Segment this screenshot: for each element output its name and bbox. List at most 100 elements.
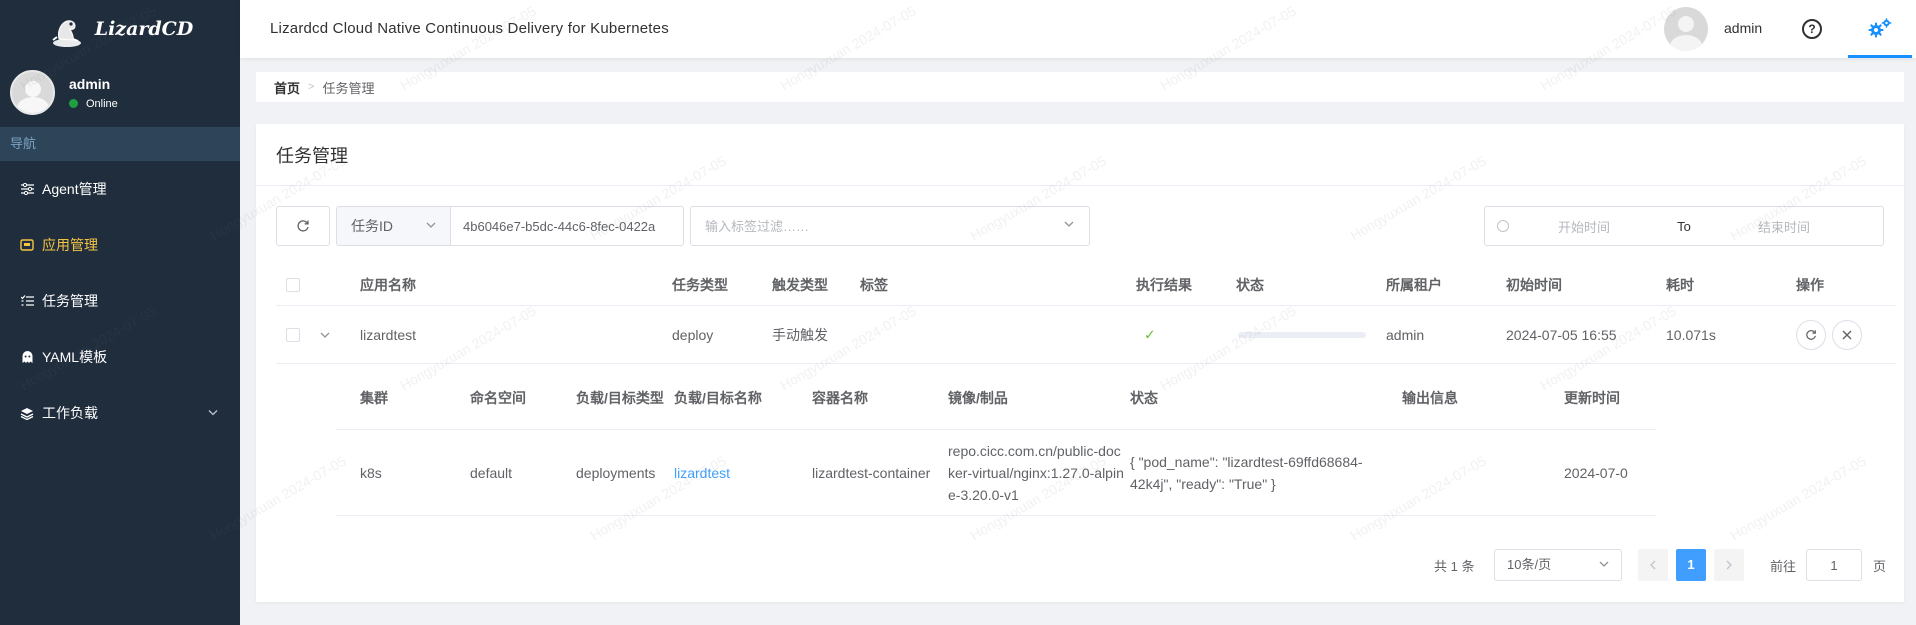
brand-name: LizardCD [94, 18, 194, 40]
detail-column-header: 负载/目标类型 [576, 389, 664, 406]
app-name: lizardtest [360, 326, 417, 343]
goto-label: 前往 [1770, 559, 1797, 574]
chevron-down-icon [208, 408, 218, 419]
status-progress-bar [1238, 331, 1366, 338]
table-row[interactable]: lizardtest deploy 手动触发 ✓ admin 2024-07-0… [276, 306, 1896, 364]
workload-name-link[interactable]: lizardtest [674, 465, 730, 481]
column-header: 任务类型 [672, 276, 728, 293]
page-suffix: 页 [1873, 559, 1887, 574]
chevron-down-icon [1064, 219, 1074, 230]
filter-type-select[interactable]: 任务ID [336, 206, 450, 246]
cluster: k8s [360, 464, 382, 481]
date-start[interactable]: 开始时间 [1509, 217, 1659, 236]
user-status-text: Online [86, 97, 118, 110]
refresh-icon [297, 220, 309, 232]
breadcrumb-separator-icon: > [308, 81, 315, 93]
app-title: Lizardcd Cloud Native Continuous Deliver… [270, 20, 669, 37]
sidebar-item-apps[interactable]: 应用管理 [0, 217, 240, 273]
column-header: 应用名称 [360, 276, 416, 293]
page-size-select[interactable]: 10条/页 [1494, 549, 1622, 581]
page-title: 任务管理 [256, 124, 1904, 186]
layers-icon [20, 406, 34, 420]
pagination: 共 1 条 10条/页 1 前往 页 [256, 548, 1904, 582]
detail-column-header: 状态 [1130, 389, 1158, 406]
gears-icon [1868, 17, 1892, 37]
sidebar-item-tasks[interactable]: 任务管理 [0, 273, 240, 329]
task-type: deploy [672, 326, 714, 343]
header-avatar[interactable] [1664, 7, 1708, 51]
total-count: 共 1 条 [1434, 559, 1475, 574]
date-end[interactable]: 结束时间 [1709, 217, 1859, 236]
sidebar-item-label: YAML模板 [42, 349, 108, 365]
detail-table-header: 集群 命名空间 负载/目标类型 负载/目标名称 容器名称 镜像/制品 状态 输出… [336, 366, 1656, 430]
tag-filter-input[interactable] [690, 206, 1090, 246]
task-list-icon [20, 294, 34, 308]
sidebar-item-yaml[interactable]: YAML模板 [0, 329, 240, 385]
brand[interactable]: LizardCD [0, 0, 240, 58]
detail-column-header: 镜像/制品 [948, 389, 1008, 406]
lizard-logo-icon [52, 20, 81, 47]
select-all-checkbox[interactable] [286, 277, 300, 292]
goto-page-input[interactable] [1806, 549, 1862, 581]
column-header: 初始时间 [1506, 276, 1562, 293]
column-header: 触发类型 [772, 276, 828, 293]
workload-type: deployments [576, 464, 656, 481]
date-range-picker[interactable]: 开始时间 To 结束时间 [1484, 206, 1884, 246]
sidebar: LizardCD admin Online 导航 Agent管理 应用管理 任务… [0, 0, 240, 625]
expanded-detail-table: 集群 命名空间 负载/目标类型 负载/目标名称 容器名称 镜像/制品 状态 输出… [336, 366, 1656, 516]
task-card: 任务管理 任务ID 开始时间 To 结束时间 应用名称 任务类型 [256, 124, 1904, 602]
sidebar-item-label: 工作负载 [42, 405, 98, 421]
user-status: Online [69, 98, 118, 110]
filter-type-value: 任务ID [351, 218, 393, 234]
question-circle-icon[interactable]: ? [1802, 19, 1822, 39]
detail-column-header: 集群 [360, 389, 388, 406]
ghost-icon [20, 350, 34, 364]
detail-column-header: 输出信息 [1402, 389, 1458, 406]
retry-button[interactable] [1796, 319, 1826, 350]
image-name: repo.cicc.com.cn/public-docker-virtual/n… [948, 442, 1124, 503]
duration: 10.071s [1666, 326, 1716, 343]
expand-row-icon[interactable] [320, 329, 330, 341]
top-header: Lizardcd Cloud Native Continuous Deliver… [240, 0, 1916, 58]
column-header: 状态 [1236, 276, 1264, 293]
app-box-icon [20, 238, 34, 252]
page-size-value: 10条/页 [1507, 557, 1552, 572]
sidebar-item-label: 应用管理 [42, 237, 98, 253]
online-dot-icon [69, 99, 78, 108]
cancel-task-button[interactable] [1832, 319, 1862, 350]
detail-row: k8s default deployments lizardtest lizar… [336, 430, 1656, 516]
page-number[interactable]: 1 [1676, 549, 1706, 581]
detail-column-header: 命名空间 [470, 389, 526, 406]
clock-icon [1497, 220, 1509, 232]
sliders-icon [20, 182, 34, 196]
sidebar-item-agent[interactable]: Agent管理 [0, 161, 240, 217]
settings-tab[interactable] [1848, 0, 1912, 58]
row-checkbox[interactable] [286, 327, 300, 342]
column-header: 耗时 [1666, 276, 1694, 293]
tag-filter [690, 206, 1090, 246]
chevron-down-icon [426, 220, 436, 231]
detail-column-header: 容器名称 [812, 389, 868, 406]
column-header: 执行结果 [1136, 276, 1192, 293]
refresh-button[interactable] [276, 206, 330, 246]
breadcrumb: 首页 > 任务管理 [256, 72, 1904, 102]
next-page-button[interactable] [1714, 549, 1744, 581]
column-header: 标签 [860, 276, 888, 293]
container-name: lizardtest-container [812, 464, 931, 481]
sidebar-item-label: 任务管理 [42, 293, 98, 309]
prev-page-button[interactable] [1638, 549, 1668, 581]
sidebar-item-workloads[interactable]: 工作负载 [0, 385, 240, 441]
filter-bar: 任务ID [276, 206, 1090, 246]
retry-icon [1806, 329, 1816, 340]
pod-status: { "pod_name": "lizardtest-69ffd68684-42k… [1130, 453, 1363, 492]
breadcrumb-home[interactable]: 首页 [274, 78, 300, 97]
trigger-type: 手动触发 [772, 326, 828, 343]
header-user-name[interactable]: admin [1724, 20, 1762, 36]
breadcrumb-current: 任务管理 [322, 80, 375, 96]
column-header: 操作 [1796, 276, 1824, 293]
detail-column-header: 负载/目标名称 [674, 389, 762, 406]
detail-column-header: 更新时间 [1564, 389, 1620, 406]
chevron-left-icon [1650, 560, 1656, 570]
task-id-input[interactable] [450, 206, 684, 246]
sidebar-user-name: admin [69, 75, 111, 92]
